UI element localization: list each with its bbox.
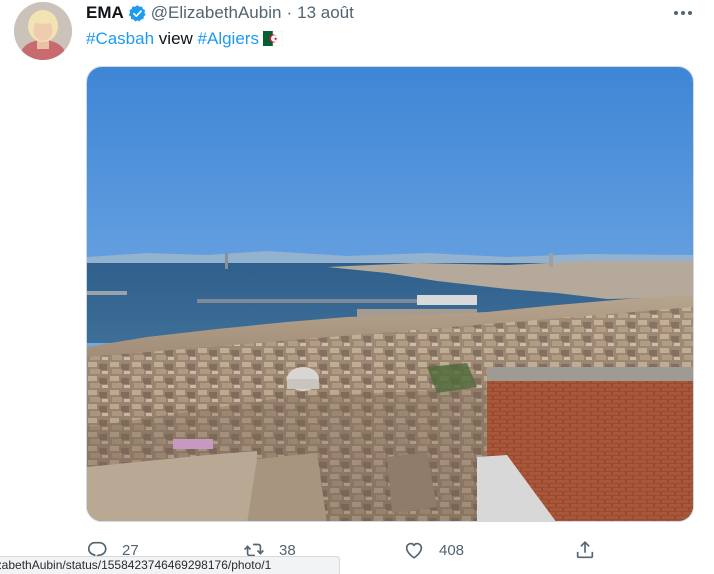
author-name[interactable]: EMA (86, 3, 124, 23)
status-bar-url: izabethAubin/status/1558423746469298176/… (0, 558, 272, 572)
like-button[interactable]: 408 (403, 536, 464, 564)
like-count: 408 (439, 541, 465, 559)
tweet-date[interactable]: 13 août (297, 3, 354, 23)
hashtag-casbah[interactable]: #Casbah (86, 29, 154, 48)
tweet-photo[interactable] (86, 66, 694, 522)
browser-status-bar: izabethAubin/status/1558423746469298176/… (0, 556, 340, 574)
algeria-flag-icon (262, 30, 284, 52)
tweet-article[interactable]: EMA @ElizabethAubin · 13 août #Casbah vi… (0, 0, 714, 574)
tweet-text-word: view (154, 29, 198, 48)
verified-badge-icon (128, 4, 147, 23)
share-icon (576, 541, 594, 559)
tweet-text: #Casbah view #Algiers (86, 28, 284, 52)
heart-icon (405, 542, 423, 559)
avatar[interactable] (14, 2, 72, 60)
more-options-icon[interactable] (668, 2, 698, 24)
share-button[interactable] (574, 536, 596, 564)
author-handle[interactable]: @ElizabethAubin (151, 3, 282, 23)
hashtag-algiers[interactable]: #Algiers (198, 29, 259, 48)
separator-dot: · (286, 3, 293, 22)
